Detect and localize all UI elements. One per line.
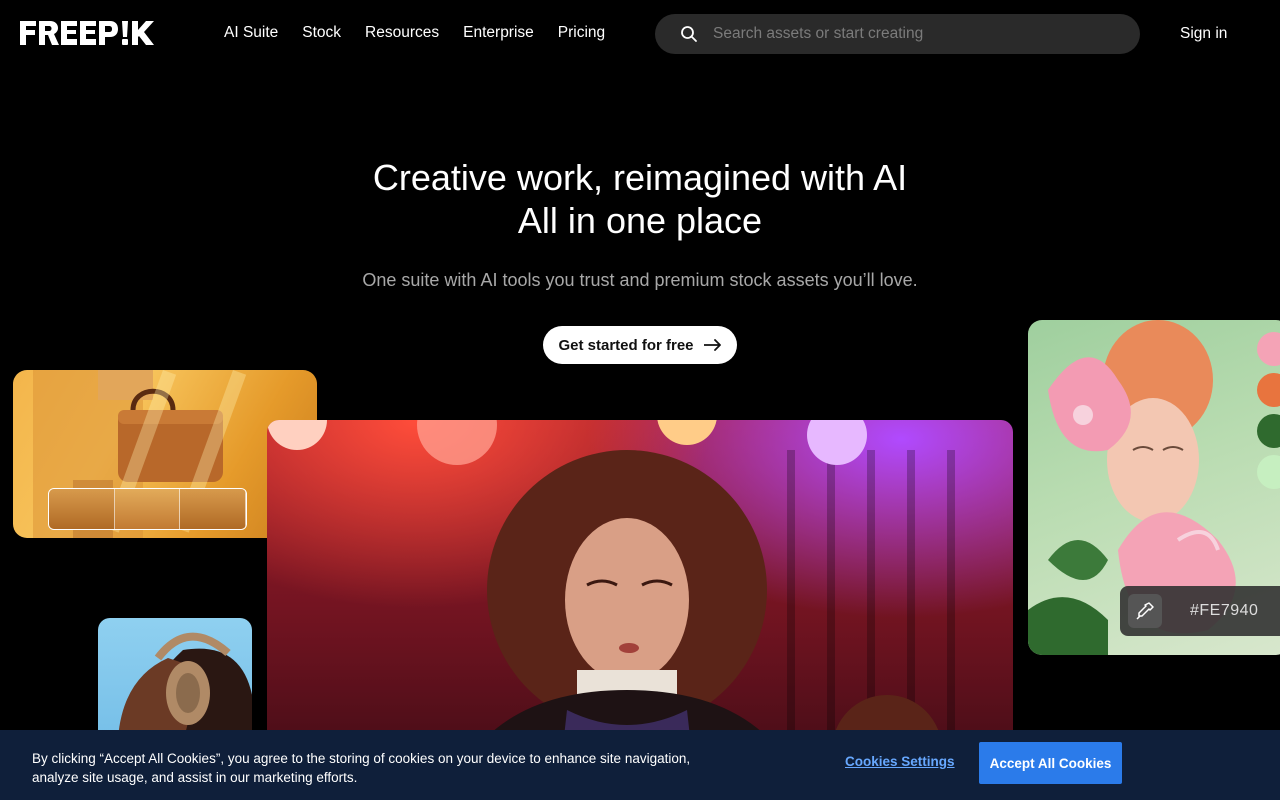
arrow-right-icon <box>703 339 721 351</box>
get-started-label: Get started for free <box>558 336 694 354</box>
main-nav: AI Suite Stock Resources Enterprise Pric… <box>224 24 605 42</box>
logo-wordmark <box>20 21 154 45</box>
hero-title: Creative work, reimagined with AI All in… <box>0 156 1280 242</box>
nav-stock[interactable]: Stock <box>302 24 341 42</box>
hero-title-line-1: Creative work, reimagined with AI <box>372 157 908 198</box>
freepik-logo[interactable] <box>20 18 180 48</box>
nav-ai-suite[interactable]: AI Suite <box>224 24 278 42</box>
search-icon[interactable] <box>669 14 709 54</box>
sign-in-link[interactable]: Sign in <box>1180 25 1227 43</box>
eyedropper-icon[interactable] <box>1128 594 1162 628</box>
nav-enterprise[interactable]: Enterprise <box>463 24 534 42</box>
color-picker: #FE7940 <box>1120 586 1280 636</box>
color-hex-value: #FE7940 <box>1190 602 1259 619</box>
thumbnail[interactable] <box>49 489 115 529</box>
swatch-light-green[interactable] <box>1257 455 1280 489</box>
nav-resources[interactable]: Resources <box>365 24 439 42</box>
get-started-button[interactable]: Get started for free <box>543 326 737 364</box>
cookie-banner-text: By clicking “Accept All Cookies”, you ag… <box>32 751 691 785</box>
cookies-settings-button[interactable]: Cookies Settings <box>845 754 955 769</box>
thumbnail[interactable] <box>180 489 246 529</box>
thumbnail[interactable] <box>114 489 181 529</box>
site-header: AI Suite Stock Resources Enterprise Pric… <box>0 0 1280 68</box>
hero-title-line-2: All in one place <box>517 200 763 241</box>
hero-subtitle: One suite with AI tools you trust and pr… <box>362 270 918 290</box>
accept-all-cookies-button[interactable]: Accept All Cookies <box>979 742 1122 784</box>
swatch-pink[interactable] <box>1257 332 1280 366</box>
swatch-orange[interactable] <box>1257 373 1280 407</box>
search-bar <box>655 14 1140 54</box>
swatch-dark-green[interactable] <box>1257 414 1280 448</box>
color-swatches <box>1257 332 1280 489</box>
cookie-banner: By clicking “Accept All Cookies”, you ag… <box>0 730 1280 800</box>
variation-thumbnails <box>48 488 247 530</box>
search-input[interactable] <box>709 25 1140 43</box>
nav-pricing[interactable]: Pricing <box>558 24 605 42</box>
